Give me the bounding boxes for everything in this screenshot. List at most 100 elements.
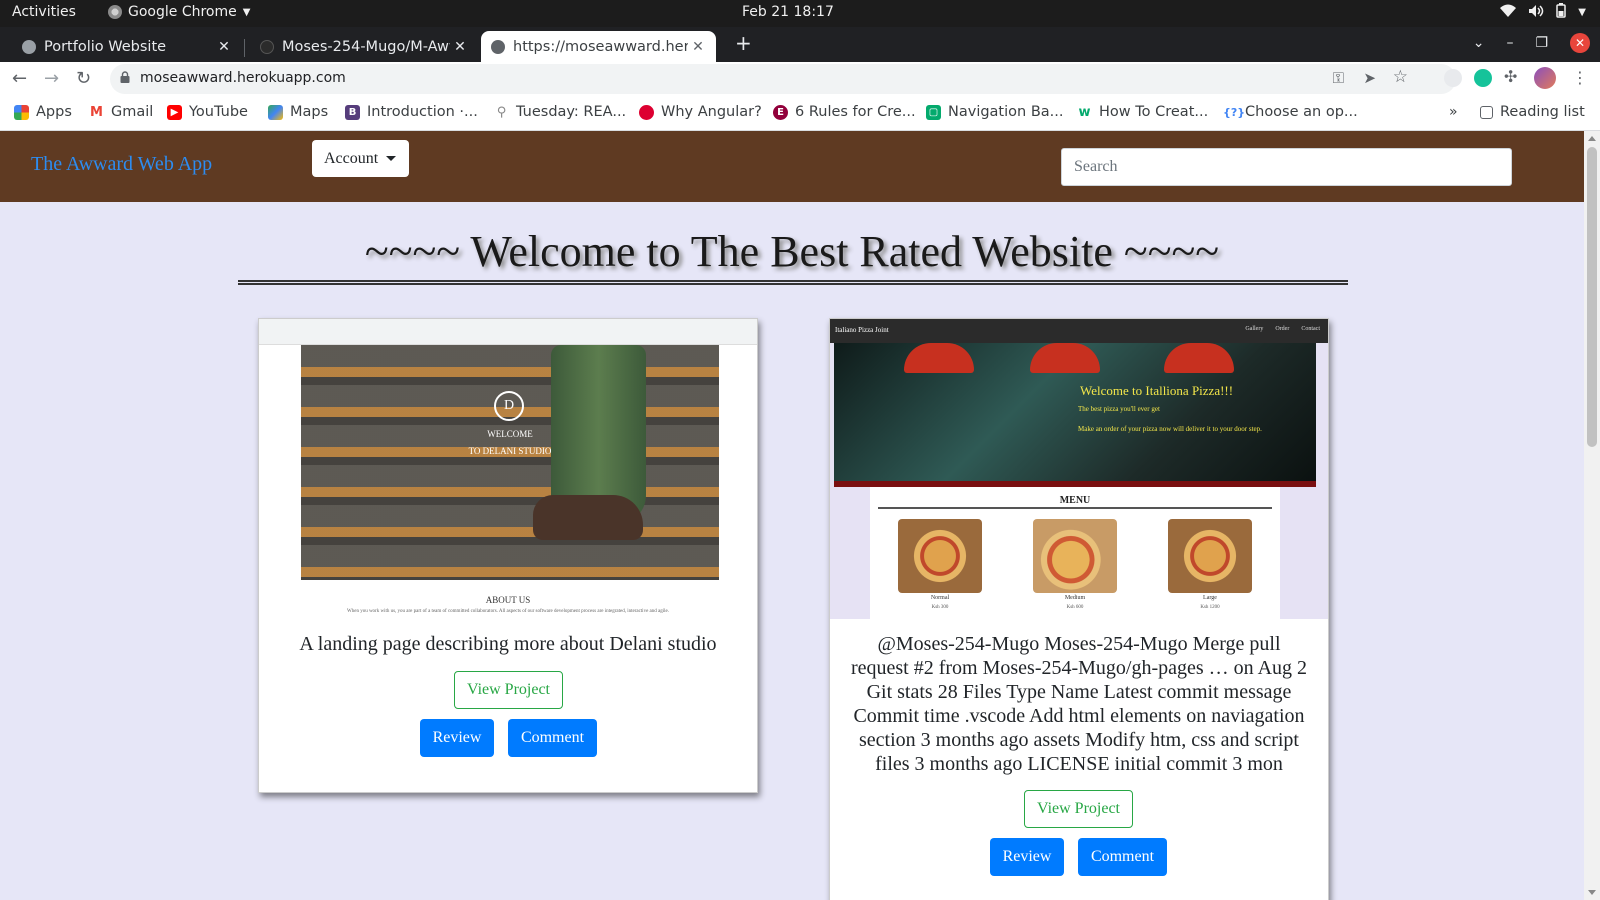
- bookmark-label: Gmail: [111, 104, 154, 120]
- profile-avatar[interactable]: [1534, 67, 1556, 89]
- bookmark-elementor[interactable]: E 6 Rules for Cre...: [773, 104, 916, 120]
- project-screenshot[interactable]: Italiano Pizza Joint Gallery Order Conta…: [830, 319, 1328, 619]
- star-icon[interactable]: ☆: [1393, 67, 1408, 87]
- send-icon[interactable]: ➤: [1363, 69, 1376, 87]
- bookmark-angular[interactable]: Why Angular?: [639, 104, 762, 120]
- lamp-shape: [1164, 343, 1234, 373]
- close-icon[interactable]: ✕: [688, 39, 708, 55]
- forward-icon[interactable]: →: [44, 68, 59, 89]
- bookmarks-bar: Apps M Gmail ▶ YouTube Maps B Introducti…: [0, 96, 1600, 131]
- activities-button[interactable]: Activities: [12, 4, 76, 20]
- screenshot-hero: Welcome to Italliona Pizza!!! The best p…: [834, 343, 1316, 487]
- window-close-icon[interactable]: ✕: [1570, 33, 1590, 53]
- tab-github[interactable]: Moses-254-Mugo/M-Aww ✕: [246, 31, 478, 62]
- screenshot-nav-links: Gallery Order Contact: [1245, 326, 1320, 332]
- bookmark-label: Tuesday: REA...: [516, 104, 627, 120]
- about-title: ABOUT US: [485, 595, 531, 605]
- bookmark-howto[interactable]: w How To Creat...: [1077, 104, 1208, 120]
- screenshot-site-title: Italiano Pizza Joint: [835, 326, 889, 334]
- address-bar[interactable]: moseawward.herokuapp.com ⚿ ➤ ☆: [110, 64, 1456, 94]
- view-project-button[interactable]: View Project: [454, 671, 563, 709]
- tab-portfolio[interactable]: Portfolio Website ✕: [0, 31, 242, 62]
- page-scrollbar[interactable]: [1584, 131, 1600, 900]
- bookmark-react[interactable]: ⚲ Tuesday: REA...: [494, 104, 626, 120]
- delani-logo: D: [494, 391, 524, 421]
- pizza-name: Normal: [930, 595, 950, 601]
- globe-icon: [491, 39, 505, 54]
- apps-grid-icon: [14, 104, 29, 120]
- github-icon: [260, 39, 274, 54]
- w3-icon: w: [1078, 104, 1091, 120]
- battery-icon: [1556, 3, 1567, 22]
- review-button[interactable]: Review: [420, 719, 494, 757]
- extension-pen-icon[interactable]: [1444, 69, 1462, 87]
- comment-button[interactable]: Comment: [1078, 838, 1167, 876]
- pizza-price: Ksh 600: [1066, 605, 1084, 610]
- bookmark-navigation[interactable]: ▢ Navigation Ba...: [926, 104, 1063, 120]
- app-menu[interactable]: Google Chrome ▼: [108, 4, 250, 20]
- grammarly-icon[interactable]: [1474, 69, 1492, 87]
- screenshot-nav-link: Contact: [1301, 326, 1320, 332]
- bookmark-youtube[interactable]: ▶ YouTube: [167, 104, 248, 120]
- scroll-up-icon[interactable]: [1588, 136, 1596, 141]
- bookmark-apps[interactable]: Apps: [14, 104, 72, 120]
- account-dropdown[interactable]: Account: [312, 140, 409, 177]
- project-screenshot[interactable]: D WELCOME TO DELANI STUDIO ABOUT US When…: [259, 319, 757, 619]
- screenshot-nav-link: Order: [1275, 326, 1290, 332]
- code-icon: {?}: [1223, 105, 1246, 119]
- view-project-button[interactable]: View Project: [1024, 790, 1133, 828]
- tab-moseawward[interactable]: https://moseawward.her ✕: [481, 31, 716, 62]
- screenshot-nav-link: Gallery: [1245, 326, 1264, 332]
- clock[interactable]: Feb 21 18:17: [742, 4, 834, 20]
- hero-subtitle: The best pizza you'll ever get: [1078, 405, 1160, 413]
- chrome-icon: [108, 5, 122, 19]
- about-text: When you work with us, you are part of a…: [347, 609, 669, 614]
- bookmarks-overflow-icon[interactable]: »: [1449, 104, 1458, 120]
- screenshot-navbar: Italiano Pizza Joint Gallery Order Conta…: [830, 319, 1328, 343]
- window-controls: ⌄ – ❐ ✕: [1473, 33, 1590, 53]
- site-brand[interactable]: The Awward Web App: [31, 153, 212, 176]
- new-tab-button[interactable]: +: [735, 31, 752, 55]
- tab-strip: Portfolio Website ✕ Moses-254-Mugo/M-Aww…: [0, 27, 1600, 62]
- extensions-puzzle-icon[interactable]: ✣: [1504, 67, 1522, 86]
- pizza-name: Large: [1203, 595, 1217, 601]
- restore-icon[interactable]: ❐: [1535, 35, 1548, 51]
- pizza-image: [898, 519, 982, 593]
- hero-title: Welcome to Italliona Pizza!!!: [1080, 383, 1234, 398]
- reading-list-button[interactable]: Reading list: [1480, 104, 1585, 120]
- gmail-icon: M: [89, 104, 104, 120]
- screenshot-shoe: [533, 495, 643, 540]
- key-icon[interactable]: ⚿: [1333, 69, 1344, 87]
- reload-icon[interactable]: ↻: [76, 68, 91, 89]
- w3schools-icon: ▢: [926, 104, 941, 120]
- close-icon[interactable]: ✕: [450, 39, 470, 55]
- project-description: A landing page describing more about Del…: [299, 633, 717, 655]
- page-viewport: The Awward Web App Account ~~~~ Welcome …: [0, 131, 1584, 900]
- search-input[interactable]: [1061, 148, 1512, 186]
- bookmark-gmail[interactable]: M Gmail: [89, 104, 153, 120]
- bookmark-maps[interactable]: Maps: [268, 104, 328, 120]
- tab-title: https://moseawward.her: [513, 38, 688, 55]
- more-menu-icon[interactable]: ⋮: [1572, 68, 1588, 87]
- system-menu-caret-icon: ▼: [1578, 7, 1586, 18]
- back-icon[interactable]: ←: [12, 68, 27, 89]
- menu-divider: [878, 507, 1272, 509]
- url-text: moseawward.herokuapp.com: [140, 70, 346, 86]
- comment-button[interactable]: Comment: [508, 719, 597, 757]
- bookmark-bootstrap[interactable]: B Introduction ·...: [345, 104, 478, 120]
- wifi-icon: [1500, 4, 1517, 21]
- pizza-image: [1033, 519, 1117, 593]
- react-icon: ⚲: [496, 104, 507, 120]
- lamp-shape: [904, 343, 974, 373]
- pizza-image: [1168, 519, 1252, 593]
- hero-welcome: WELCOME: [487, 429, 533, 439]
- bookmark-label: Choose an op...: [1245, 104, 1358, 120]
- tab-search-icon[interactable]: ⌄: [1473, 35, 1485, 51]
- scrollbar-thumb[interactable]: [1587, 147, 1597, 447]
- minimize-icon[interactable]: –: [1506, 35, 1513, 51]
- bookmark-choose[interactable]: {?} Choose an op...: [1223, 104, 1358, 120]
- review-button[interactable]: Review: [990, 838, 1064, 876]
- scroll-down-icon[interactable]: [1588, 890, 1596, 895]
- system-tray[interactable]: ▼: [1500, 3, 1586, 22]
- close-icon[interactable]: ✕: [214, 39, 234, 55]
